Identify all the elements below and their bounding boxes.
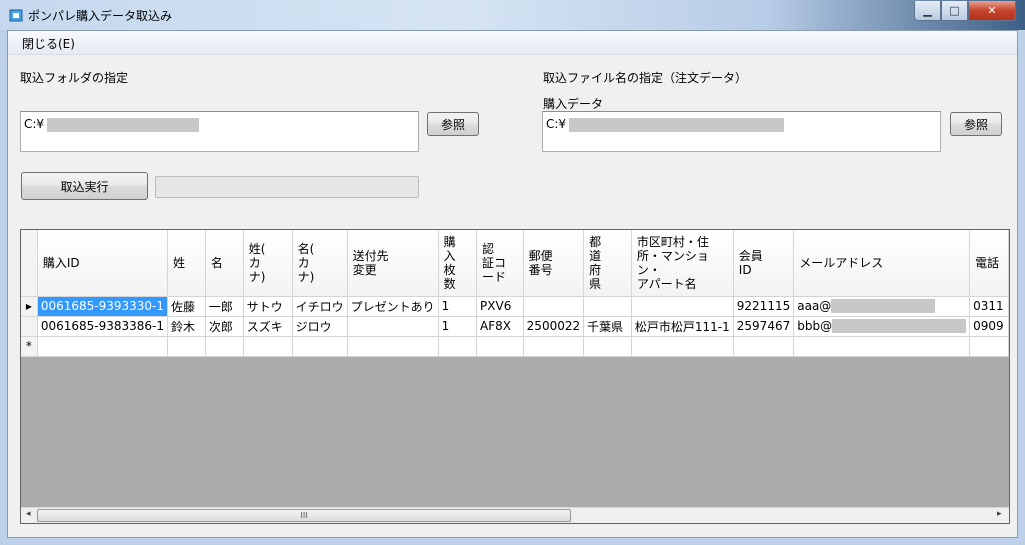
cell[interactable]: 1 xyxy=(438,296,478,317)
cell[interactable] xyxy=(347,316,439,337)
cell[interactable] xyxy=(37,336,169,357)
row-header xyxy=(21,316,38,337)
cell[interactable]: 千葉県 xyxy=(583,316,632,337)
redacted-email xyxy=(832,319,967,334)
cell[interactable]: 次郎 xyxy=(205,316,244,337)
cell[interactable]: スズキ xyxy=(243,316,293,337)
cell[interactable]: 松戸市松戸111-1 xyxy=(631,316,734,337)
cell[interactable] xyxy=(969,336,1009,357)
menu-bar xyxy=(8,31,1017,55)
cell[interactable]: イチロウ xyxy=(292,296,348,317)
cell[interactable] xyxy=(793,336,971,357)
cell[interactable]: 0061685-9393330-1 xyxy=(37,296,169,317)
col-header[interactable]: 名( カ ナ) xyxy=(292,230,348,297)
redacted-path xyxy=(569,117,785,132)
cell[interactable]: プレゼントあり xyxy=(347,296,439,317)
cell[interactable]: 2500022 xyxy=(523,316,585,337)
cell[interactable]: 佐藤 xyxy=(167,296,206,317)
email-cell[interactable]: bbb@ xyxy=(793,316,971,337)
email-text: aaa@ xyxy=(797,298,832,313)
email-text: bbb@ xyxy=(797,318,833,333)
col-header[interactable]: 市区町村・住 所・マンション・ アパート名 xyxy=(631,230,734,297)
folder-browse-button[interactable]: 参照 xyxy=(427,112,479,136)
file-sublabel: 購入データ xyxy=(543,97,604,111)
email-cell[interactable]: aaa@ xyxy=(793,296,971,317)
col-header[interactable]: 購入ID xyxy=(37,230,169,297)
cell[interactable]: PXV6 xyxy=(476,296,524,317)
file-label: 取込ファイル名の指定（注文データ） xyxy=(543,71,748,85)
cell[interactable]: サトウ xyxy=(243,296,293,317)
cell[interactable] xyxy=(583,296,632,317)
scroll-left-icon[interactable]: ◂ xyxy=(26,509,31,519)
cell[interactable] xyxy=(438,336,478,357)
col-header[interactable]: 電話 xyxy=(969,230,1009,297)
col-header[interactable]: 購 入 枚 数 xyxy=(438,230,478,297)
cell[interactable] xyxy=(583,336,632,357)
new-row-indicator: * xyxy=(21,336,38,357)
close-window-button[interactable]: ✕ xyxy=(968,1,1016,21)
cell[interactable]: 9221115 xyxy=(733,296,795,317)
grid-table: 購入ID 姓 名 姓( カ ナ) 名( カ ナ) 送付先 変更 購 入 枚 数 … xyxy=(21,230,1009,357)
window-title: ポンパレ購入データ取込み xyxy=(28,9,173,23)
minimize-button[interactable]: ▁ xyxy=(914,1,941,21)
redacted-path xyxy=(47,117,200,132)
cell[interactable]: 0909 xyxy=(969,316,1009,337)
app-icon xyxy=(8,7,24,23)
grip-icon: III xyxy=(300,511,308,520)
cell[interactable]: 0061685-9383386-1 xyxy=(37,316,169,337)
col-header[interactable]: 名 xyxy=(205,230,244,297)
cell[interactable] xyxy=(347,336,439,357)
file-browse-button[interactable]: 参照 xyxy=(950,112,1002,136)
cell[interactable] xyxy=(523,296,585,317)
col-header[interactable]: 郵便 番号 xyxy=(523,230,585,297)
col-header[interactable]: 送付先 変更 xyxy=(347,230,439,297)
col-header[interactable]: メールアドレス xyxy=(793,230,971,297)
table-row[interactable]: ▸ 0061685-9393330-1 佐藤 一郎 サトウ イチロウ プレゼント… xyxy=(21,296,1009,317)
redacted-email xyxy=(831,299,936,314)
cell[interactable] xyxy=(243,336,293,357)
cell[interactable] xyxy=(733,336,795,357)
col-header[interactable]: 姓( カ ナ) xyxy=(243,230,293,297)
cell[interactable] xyxy=(205,336,244,357)
folder-path-input[interactable]: C:¥ xyxy=(20,111,419,152)
col-header[interactable]: 会員 ID xyxy=(733,230,795,297)
col-header[interactable]: 都 道 府 県 xyxy=(583,230,632,297)
maximize-button[interactable]: □ xyxy=(941,1,968,21)
table-row[interactable]: 0061685-9383386-1 鈴木 次郎 スズキ ジロウ 1 AF8X 2… xyxy=(21,316,1009,337)
cell[interactable]: 0311 xyxy=(969,296,1009,317)
new-row[interactable]: * xyxy=(21,336,1009,357)
cell[interactable] xyxy=(476,336,524,357)
row-header-corner xyxy=(21,230,38,297)
cell[interactable] xyxy=(523,336,585,357)
cell[interactable] xyxy=(292,336,348,357)
cell[interactable]: 鈴木 xyxy=(167,316,206,337)
col-header[interactable]: 認 証コ ード xyxy=(476,230,524,297)
cell[interactable] xyxy=(631,336,734,357)
file-path-input[interactable]: C:¥ xyxy=(542,111,941,152)
current-row-indicator: ▸ xyxy=(21,296,38,317)
cell[interactable]: 2597467 xyxy=(733,316,795,337)
folder-label: 取込フォルダの指定 xyxy=(20,71,129,85)
progress-bar xyxy=(155,176,419,198)
scroll-right-icon[interactable]: ▸ xyxy=(997,509,1002,519)
cell[interactable] xyxy=(631,296,734,317)
menu-close[interactable]: 閉じる(E) xyxy=(22,35,75,52)
folder-path-text: C:¥ xyxy=(24,117,45,131)
import-button[interactable]: 取込実行 xyxy=(21,172,148,200)
scroll-thumb[interactable]: III xyxy=(37,509,571,522)
cell[interactable]: 一郎 xyxy=(205,296,244,317)
cell[interactable]: AF8X xyxy=(476,316,524,337)
file-path-text: C:¥ xyxy=(546,117,567,131)
cell[interactable] xyxy=(167,336,206,357)
col-header[interactable]: 姓 xyxy=(167,230,206,297)
data-grid[interactable]: 購入ID 姓 名 姓( カ ナ) 名( カ ナ) 送付先 変更 購 入 枚 数 … xyxy=(20,229,1010,524)
cell[interactable]: 1 xyxy=(438,316,478,337)
cell[interactable]: ジロウ xyxy=(292,316,348,337)
